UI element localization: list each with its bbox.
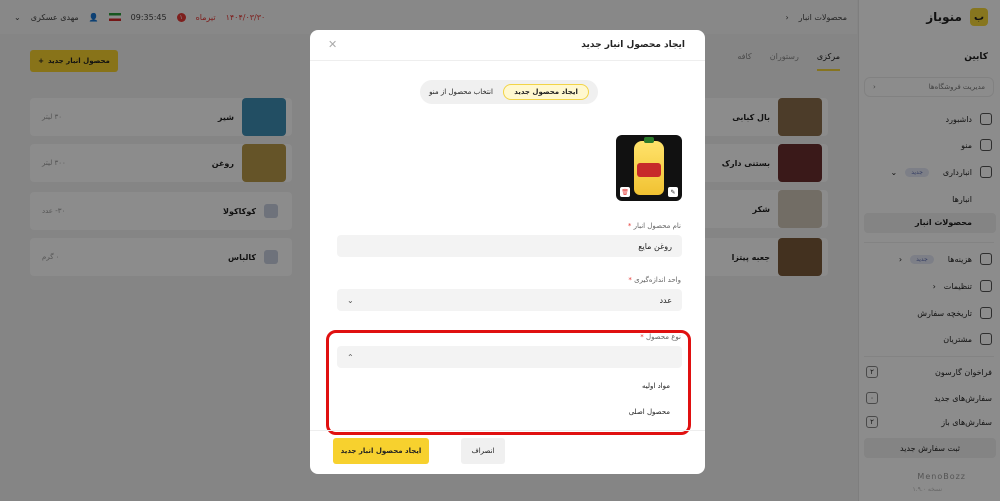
chevron-down-icon: ⌄ (347, 295, 354, 305)
unit-select[interactable]: عدد ⌄ (337, 289, 682, 311)
highlight-annotation (326, 330, 691, 435)
toggle-create-new[interactable]: ایجاد محصول جدید (503, 84, 589, 100)
product-source-toggle: ایجاد محصول جدید انتخاب محصول از منو (420, 80, 598, 104)
unit-value: عدد (659, 295, 672, 305)
oil-bottle-image (634, 137, 664, 195)
edit-icon[interactable]: ✎ (668, 187, 678, 197)
divider (310, 430, 705, 431)
unit-field-label: واحد اندازه‌گیری * (628, 276, 681, 284)
divider (310, 60, 705, 61)
product-name-value: روغن مایع (638, 241, 672, 251)
create-product-button[interactable]: ایجاد محصول انبار جدید (333, 438, 429, 464)
trash-icon[interactable]: 🗑 (620, 187, 630, 197)
create-product-modal: ایجاد محصول انبار جدید ✕ ایجاد محصول جدی… (310, 30, 705, 474)
product-name-input[interactable]: روغن مایع (337, 235, 682, 257)
product-image[interactable]: 🗑 ✎ (616, 135, 682, 201)
close-icon[interactable]: ✕ (328, 38, 337, 51)
toggle-from-menu[interactable]: انتخاب محصول از منو (429, 88, 493, 96)
name-field-label: نام محصول انبار * (627, 222, 681, 230)
cancel-button[interactable]: انصراف (461, 438, 505, 464)
modal-title: ایجاد محصول انبار جدید (581, 40, 685, 50)
